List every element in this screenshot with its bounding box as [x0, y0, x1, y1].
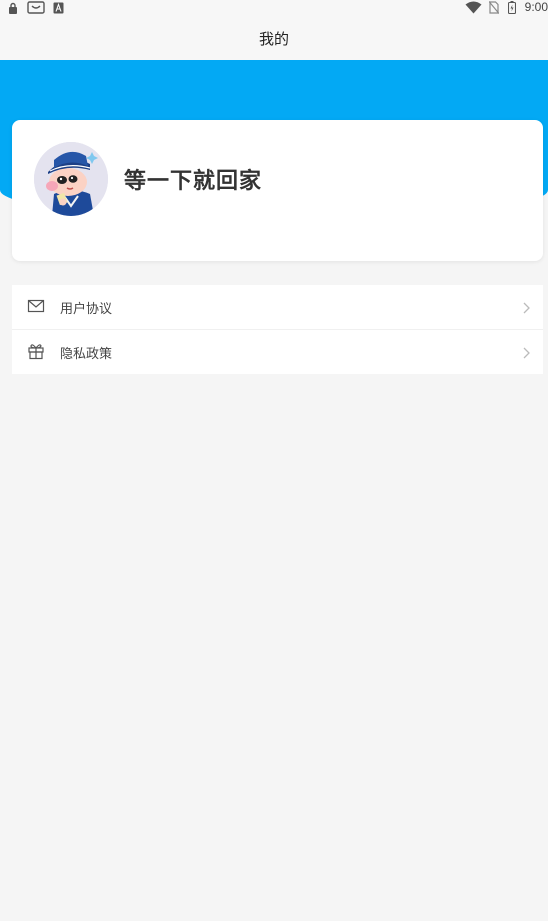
- settings-menu: 用户协议 隐私政策: [12, 285, 543, 374]
- lock-icon: [8, 1, 18, 14]
- status-time: 9:00: [524, 0, 548, 14]
- chevron-right-icon: [521, 345, 531, 359]
- wifi-icon: [465, 1, 482, 14]
- menu-item-privacy-policy[interactable]: 隐私政策: [12, 329, 543, 374]
- no-sim-icon: [489, 1, 499, 14]
- profile-card[interactable]: 等一下就回家: [12, 120, 543, 261]
- battery-charging-icon: [508, 1, 516, 14]
- username: 等一下就回家: [124, 169, 263, 194]
- menu-item-label: 隐私政策: [60, 346, 113, 362]
- chevron-right-icon: [521, 300, 531, 314]
- cartoon-boy-avatar: [34, 142, 108, 216]
- envelope-icon: [27, 297, 45, 315]
- status-bar: 9:00: [0, 0, 548, 16]
- header: 我的: [0, 16, 548, 60]
- page-title: 我的: [258, 29, 289, 48]
- gift-icon: [27, 342, 45, 360]
- android-icon: [27, 1, 45, 14]
- avatar[interactable]: [34, 142, 108, 216]
- keyboard-a-icon: [53, 1, 64, 14]
- menu-item-label: 用户协议: [60, 301, 113, 317]
- menu-item-user-agreement[interactable]: 用户协议: [12, 285, 543, 329]
